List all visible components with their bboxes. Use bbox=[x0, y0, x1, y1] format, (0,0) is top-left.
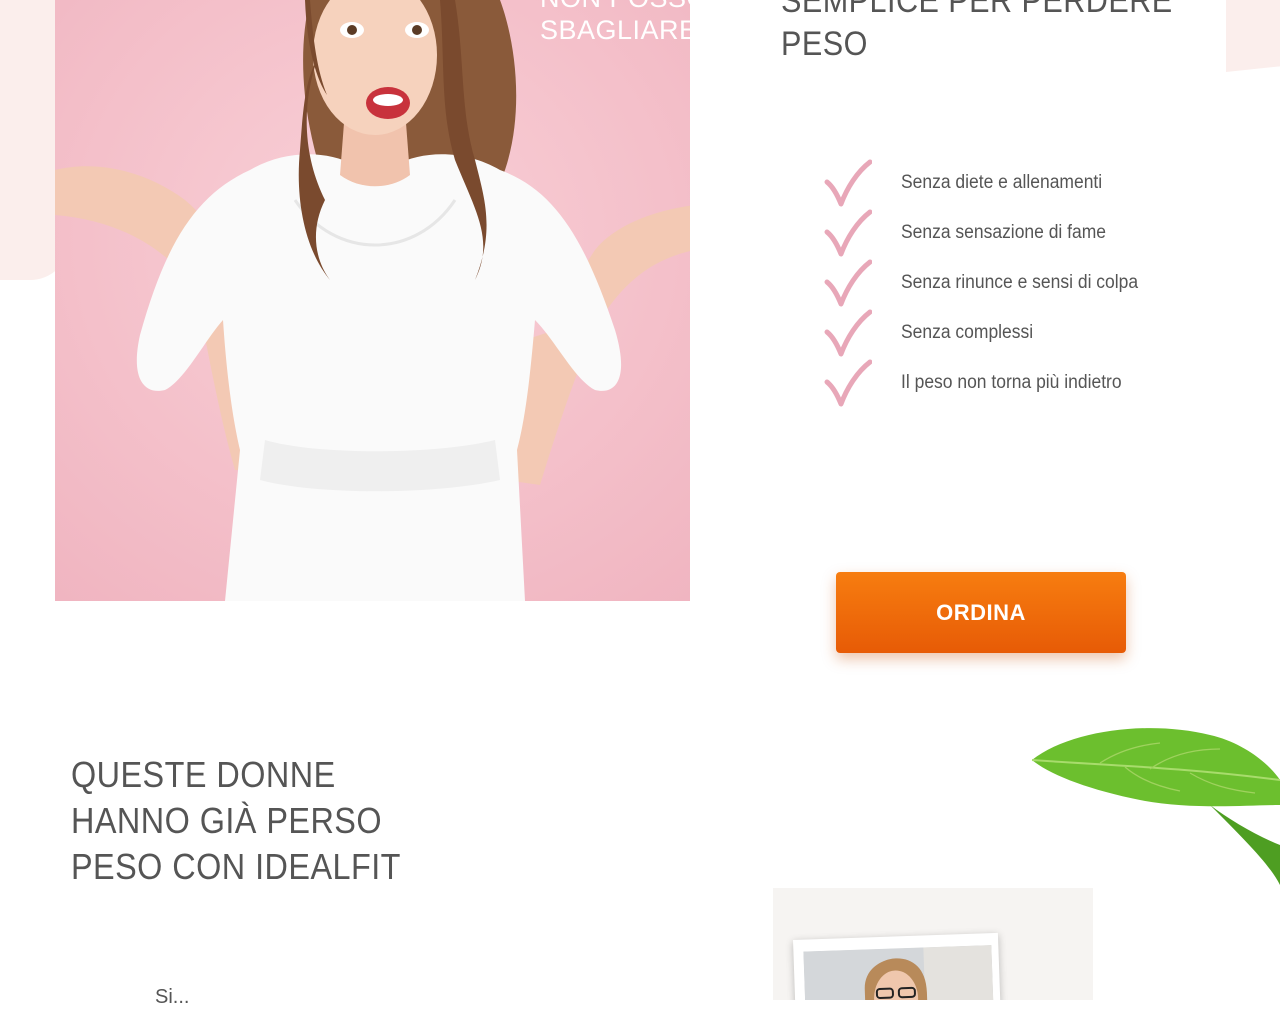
benefit-item: Il peso non torna più indietro bbox=[824, 358, 1244, 408]
check-icon bbox=[824, 359, 872, 407]
woman-portrait-illustration bbox=[803, 945, 995, 1000]
background-decoration-right bbox=[1226, 0, 1280, 72]
heading2-line3: PESO CON IDEALFIT bbox=[71, 846, 401, 887]
hero-image: NON POSSONO SBAGLIARE! bbox=[55, 0, 695, 601]
heading1-line1: SEMPLICE PER PERDERE bbox=[781, 0, 1173, 20]
section-heading-testimonials: QUESTE DONNE HANNO GIÀ PERSO PESO CON ID… bbox=[71, 752, 413, 890]
check-icon bbox=[824, 159, 872, 207]
benefit-item: Senza sensazione di fame bbox=[824, 208, 1244, 258]
testimonial-card bbox=[773, 888, 1093, 1000]
heading2-line2: HANNO GIÀ PERSO bbox=[71, 800, 383, 841]
order-button[interactable]: ORDINA bbox=[836, 572, 1126, 653]
benefit-label: Senza diete e allenamenti bbox=[901, 172, 1103, 193]
benefit-item: Senza complessi bbox=[824, 308, 1244, 358]
check-icon bbox=[824, 209, 872, 257]
benefits-list: Senza diete e allenamenti Senza sensazio… bbox=[824, 158, 1244, 408]
check-icon bbox=[824, 259, 872, 307]
woman-illustration bbox=[55, 0, 695, 601]
benefit-item: Senza rinunce e sensi di colpa bbox=[824, 258, 1244, 308]
section-heading-simple: SEMPLICE PER PERDERE PESO bbox=[781, 0, 1195, 66]
testimonial-text-partial: Si... bbox=[155, 986, 190, 1008]
hero-overlay-line1: NON POSSONO bbox=[540, 0, 695, 14]
benefit-label: Il peso non torna più indietro bbox=[901, 372, 1122, 393]
benefit-label: Senza sensazione di fame bbox=[901, 222, 1107, 243]
wave-divider bbox=[690, 0, 735, 601]
leaf-icon bbox=[1031, 728, 1280, 885]
hero-overlay-text: NON POSSONO SBAGLIARE! bbox=[485, 0, 695, 46]
benefit-label: Senza rinunce e sensi di colpa bbox=[901, 272, 1139, 293]
benefit-item: Senza diete e allenamenti bbox=[824, 158, 1244, 208]
hero-overlay-line2: SBAGLIARE! bbox=[540, 15, 695, 45]
testimonial-photo-image bbox=[803, 945, 995, 1000]
heading1-line2: PESO bbox=[781, 25, 868, 63]
heading2-line1: QUESTE DONNE bbox=[71, 754, 336, 795]
check-icon bbox=[824, 309, 872, 357]
testimonial-photo bbox=[793, 932, 1002, 1000]
benefit-label: Senza complessi bbox=[901, 322, 1034, 343]
